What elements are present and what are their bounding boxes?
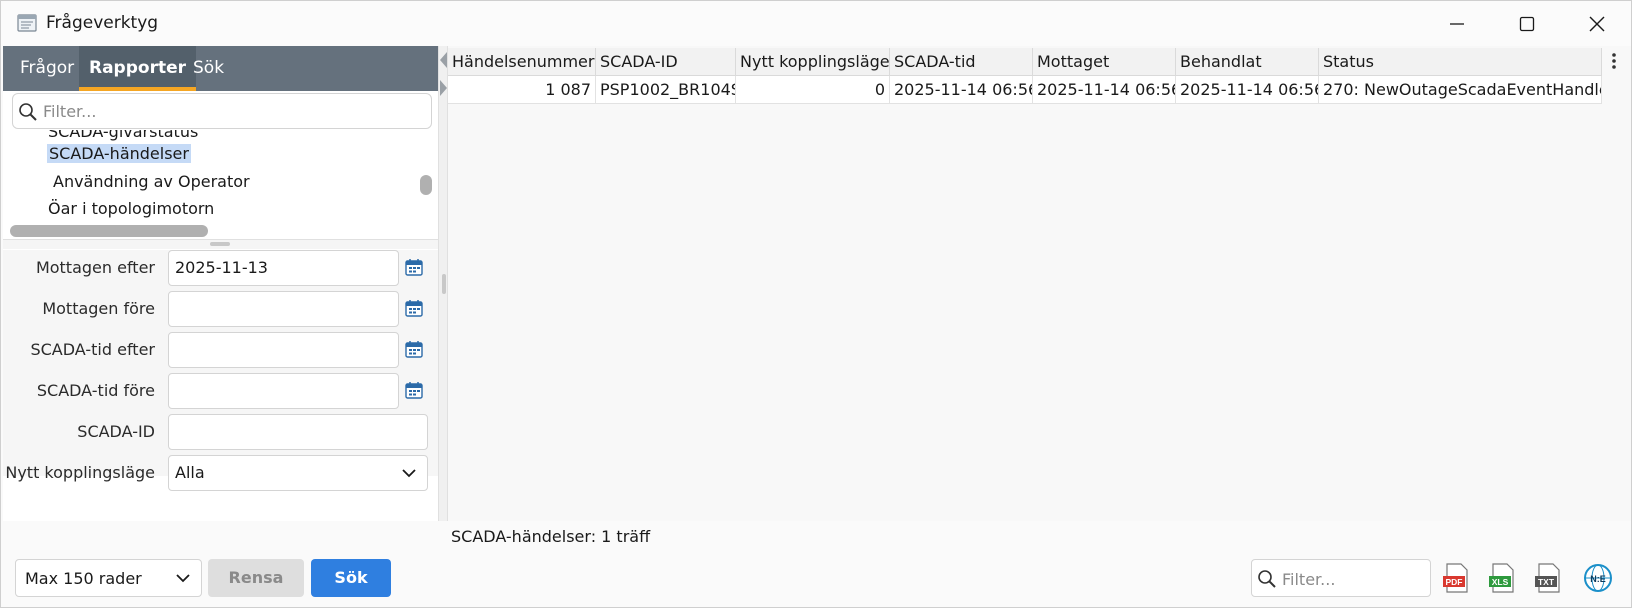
form-row-scada-id: SCADA-ID [3, 414, 438, 450]
table-cell[interactable]: 270: NewOutageScadaEventHandler [1319, 76, 1602, 104]
app-icon [17, 14, 37, 32]
column-header[interactable]: Nytt kopplingsläge [736, 48, 890, 76]
tree-filter [12, 93, 432, 129]
scada-time-before-label: SCADA-tid före [36, 381, 155, 400]
table-cell[interactable]: 0 [736, 76, 890, 104]
scada-id-field[interactable] [168, 414, 428, 450]
max-rows-select[interactable]: Max 150 rader [15, 559, 202, 597]
calendar-icon[interactable] [405, 381, 423, 399]
export-pdf-icon[interactable]: PDF [1441, 562, 1471, 594]
table-cell[interactable]: 2025-11-14 06:56 [890, 76, 1033, 104]
export-txt-label: TXT [1538, 577, 1555, 587]
form-row-switch-state: Nytt kopplingsläge Alla [3, 455, 438, 491]
tree-item[interactable]: Användning av Operator [53, 172, 250, 191]
received-before-field[interactable] [168, 291, 399, 327]
status-text: SCADA-händelser: 1 träff [451, 527, 651, 546]
export-ne-label: N:E [1590, 574, 1606, 584]
tab-rapporter[interactable]: Rapporter [79, 46, 197, 91]
switch-state-label: Nytt kopplingsläge [5, 463, 155, 482]
results-table: Händelsenummer SCADA-ID Nytt kopplingslä… [448, 46, 1631, 521]
scada-time-after-field[interactable] [168, 332, 399, 368]
title-bar: Frågeverktyg [1, 1, 1631, 46]
export-pdf-label: PDF [1446, 577, 1463, 587]
search-button[interactable]: Sök [311, 559, 391, 597]
tree-item-selected[interactable]: SCADA-händelser [47, 144, 191, 163]
tab-fragor[interactable]: Frågor [10, 46, 84, 91]
export-ne-icon[interactable]: N:E [1583, 562, 1613, 594]
table-cell[interactable]: 1 087 [448, 76, 596, 104]
column-header[interactable]: SCADA-ID [596, 48, 736, 76]
column-header[interactable]: Händelsenummer [448, 48, 596, 76]
received-before-label: Mottagen före [42, 299, 155, 318]
export-xls-icon[interactable]: XLS [1487, 562, 1517, 594]
table-cell[interactable]: 2025-11-14 06:56 [1176, 76, 1319, 104]
switch-state-select[interactable]: Alla [168, 455, 428, 491]
clear-button[interactable]: Rensa [208, 559, 304, 597]
search-icon [19, 103, 37, 121]
table-cell[interactable]: 2025-11-14 06:56 [1033, 76, 1176, 104]
result-filter-input[interactable] [1282, 566, 1422, 592]
maximize-button[interactable] [1492, 1, 1562, 46]
form-row-scada-time-before: SCADA-tid före [3, 373, 438, 409]
tab-bar: Frågor Rapporter Sök [3, 46, 438, 91]
tree-item[interactable]: Öar i topologimotorn [48, 199, 214, 218]
close-button[interactable] [1562, 1, 1632, 46]
received-after-field[interactable]: 2025-11-13 [168, 250, 399, 286]
table-cell[interactable]: PSP1002_BR104S [596, 76, 736, 104]
tree-item[interactable]: SCADA-givarstatus [48, 130, 198, 141]
chevron-down-icon [402, 469, 416, 478]
tree-vertical-scrollbar[interactable] [420, 175, 432, 195]
minimize-button[interactable] [1422, 1, 1492, 46]
received-after-label: Mottagen efter [35, 258, 155, 277]
scada-time-before-field[interactable] [168, 373, 399, 409]
column-header[interactable]: Status [1319, 48, 1602, 76]
tab-sok[interactable]: Sök [183, 46, 234, 91]
column-header[interactable]: SCADA-tid [890, 48, 1033, 76]
app-window: Frågeverktyg Frågor Rapporter Sök SCADA-… [0, 0, 1632, 608]
chevron-down-icon [176, 574, 190, 583]
scada-time-after-label: SCADA-tid efter [30, 340, 155, 359]
max-rows-value: Max 150 rader [25, 569, 142, 588]
close-icon [1589, 16, 1605, 31]
maximize-icon [1519, 16, 1535, 31]
calendar-icon[interactable] [405, 258, 423, 276]
window-title: Frågeverktyg [46, 13, 159, 33]
search-icon [1258, 570, 1276, 588]
form-row-received-before: Mottagen före [3, 291, 438, 327]
form-row-scada-time-after: SCADA-tid efter [3, 332, 438, 368]
divider-grip [442, 274, 446, 294]
form-row-received-after: Mottagen efter 2025-11-13 [3, 250, 438, 286]
filter-form: Mottagen efter 2025-11-13 Mottagen före [3, 250, 438, 491]
tree-horizontal-scrollbar[interactable] [10, 225, 208, 237]
export-xls-label: XLS [1492, 577, 1509, 587]
result-filter [1251, 559, 1431, 597]
export-txt-icon[interactable]: TXT [1533, 562, 1563, 594]
panel-splitter[interactable] [3, 239, 438, 249]
calendar-icon[interactable] [405, 340, 423, 358]
column-header[interactable]: Behandlat [1176, 48, 1319, 76]
scada-id-label: SCADA-ID [77, 422, 155, 441]
tree-filter-input[interactable] [43, 98, 423, 124]
minimize-icon [1450, 22, 1464, 25]
row-pointer-icon [440, 80, 447, 96]
column-header[interactable]: Mottaget [1033, 48, 1176, 76]
panel-divider[interactable] [438, 46, 448, 521]
splitter-grip [210, 242, 230, 246]
left-panel: Frågor Rapporter Sök SCADA-givarstatus S… [3, 46, 438, 521]
switch-state-value: Alla [175, 463, 205, 482]
collapse-arrow-icon[interactable] [440, 52, 448, 68]
column-menu-icon[interactable] [1611, 52, 1617, 70]
calendar-icon[interactable] [405, 299, 423, 317]
